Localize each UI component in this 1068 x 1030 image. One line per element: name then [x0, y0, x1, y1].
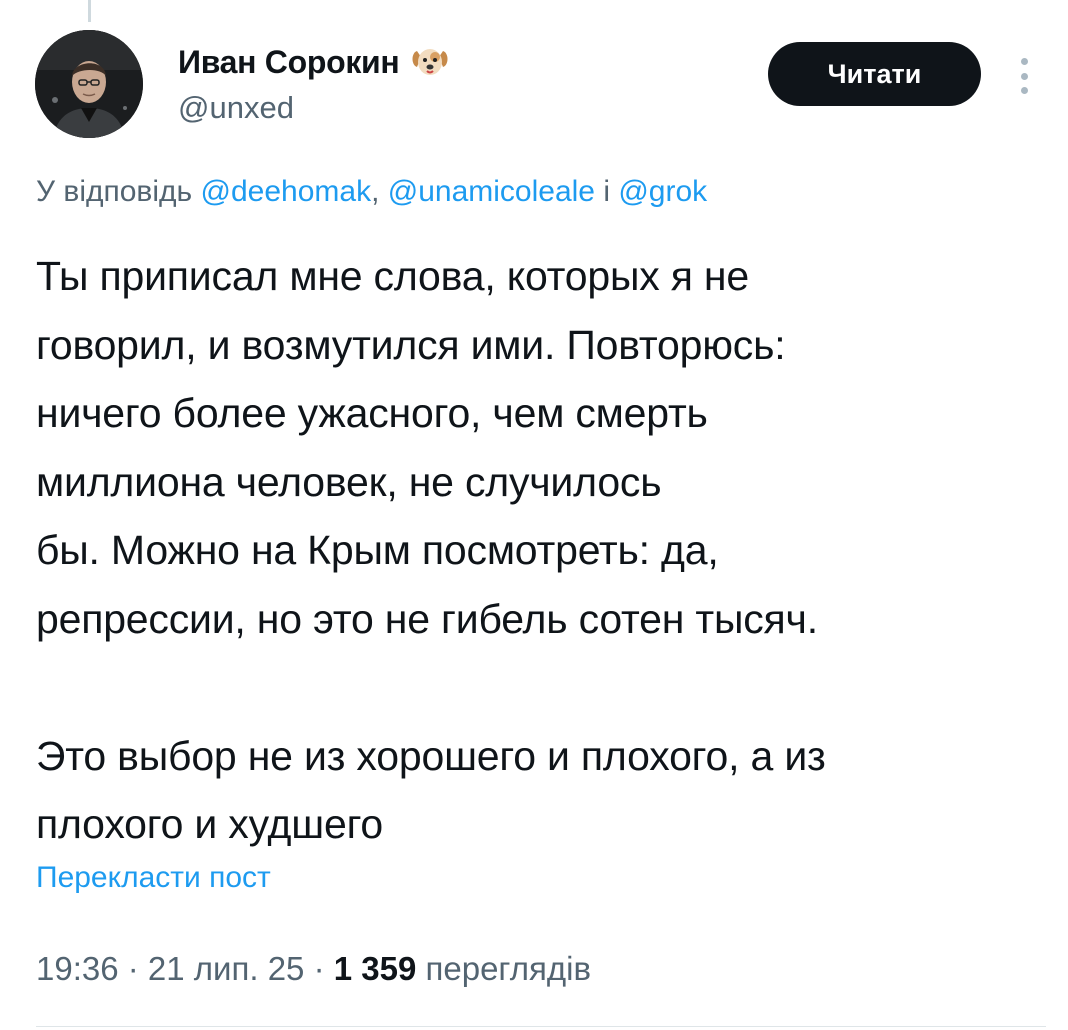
tweet-meta: 19:36 · 21 лип. 25 · 1 359 переглядів: [36, 950, 591, 988]
author-name[interactable]: Иван Сорокин: [178, 44, 400, 81]
author-name-row: Иван Сорокин: [178, 40, 451, 84]
views-label[interactable]: переглядів: [416, 950, 591, 987]
mention-conjunction: і: [594, 175, 619, 208]
tweet-line: ничего более ужасного, чем смерть: [36, 390, 708, 436]
dog-face-icon: [409, 41, 451, 83]
translate-post-link[interactable]: Перекласти пост: [36, 861, 271, 895]
mention-link-deehomak[interactable]: @deehomak: [201, 175, 372, 208]
tweet-line: Ты приписал мне слова, которых я не: [36, 253, 749, 299]
tweet-line: говорил, и возмутился ими. Повторюсь:: [36, 321, 786, 368]
meta-dot: ·: [304, 950, 334, 987]
tweet-line: миллиона человек, не случилось: [36, 458, 662, 505]
reply-prefix: У відповідь: [36, 175, 201, 208]
tweet-time[interactable]: 19:36: [36, 950, 119, 987]
user-avatar-icon: [35, 30, 143, 138]
tweet-line: бы. Можно на Крым посмотреть: да,: [36, 527, 719, 573]
tweet-date[interactable]: 21 лип. 25: [148, 950, 304, 987]
author-handle[interactable]: @unxed: [178, 90, 451, 126]
meta-dot: ·: [118, 950, 148, 987]
tweet-line: репрессии, но это не гибель сотен тысяч.: [36, 595, 818, 642]
author-info: Иван Сорокин @unxed: [178, 40, 451, 126]
vertical-ellipsis-icon[interactable]: [1010, 56, 1038, 96]
mention-separator: ,: [371, 175, 388, 208]
thread-connector-line: [88, 0, 91, 22]
tweet-line: плохого и худшего: [36, 801, 384, 847]
mention-link-unamicoleale[interactable]: @unamicoleale: [388, 175, 595, 208]
tweet-line: Это выбор не из хорошего и плохого, а из: [36, 732, 826, 779]
reply-context: У відповідь @deehomak, @unamicoleale і @…: [36, 175, 707, 209]
tweet-body: Ты приписал мне слова, которых я не гово…: [36, 242, 1036, 859]
mention-link-grok[interactable]: @grok: [618, 175, 707, 208]
views-count[interactable]: 1 359: [334, 950, 417, 987]
divider: [36, 1026, 1046, 1027]
author-avatar[interactable]: [35, 30, 143, 138]
follow-button[interactable]: Читати: [768, 42, 981, 106]
